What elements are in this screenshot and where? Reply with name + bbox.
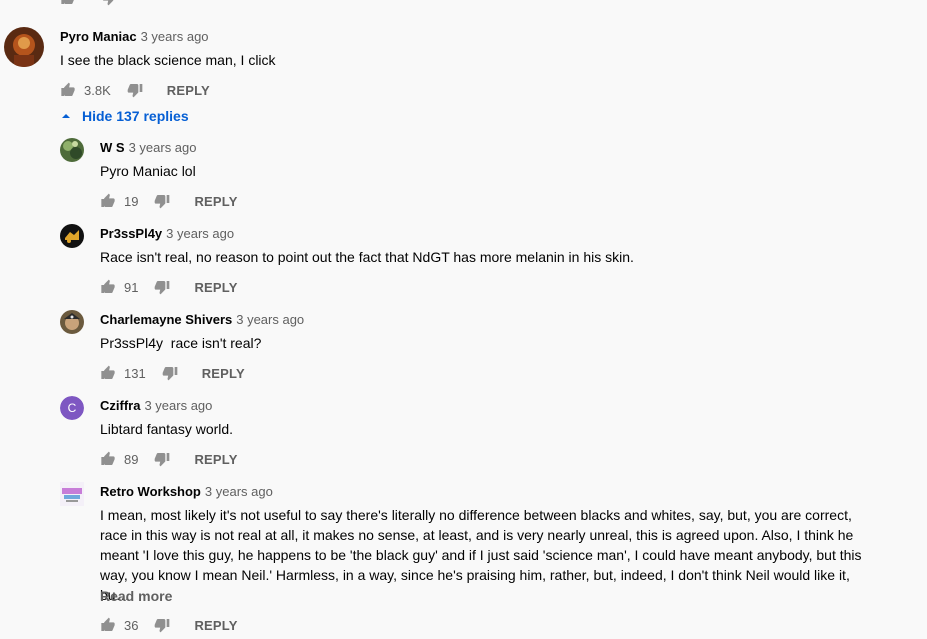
comment-header: Charlemayne Shivers 3 years ago	[100, 311, 304, 329]
avatar[interactable]	[60, 482, 84, 506]
thumb-down-icon[interactable]	[127, 82, 143, 98]
avatar-letter: C	[60, 396, 84, 420]
comment-text: I see the black science man, I click	[60, 52, 276, 68]
timestamp[interactable]: 3 years ago	[144, 398, 212, 413]
comment-actions: 91 REPLY	[100, 275, 238, 299]
timestamp[interactable]: 3 years ago	[205, 484, 273, 499]
comment-header: Pr3ssPl4y 3 years ago	[100, 225, 234, 243]
author-name[interactable]: Cziffra	[100, 398, 140, 413]
comment-text: I mean, most likely it's not useful to s…	[100, 507, 862, 603]
comment-actions: 89 REPLY	[100, 447, 238, 471]
like-count: 3.8K	[84, 82, 111, 98]
avatar[interactable]	[60, 224, 84, 248]
reply-button[interactable]: REPLY	[167, 83, 210, 98]
thumb-up-icon[interactable]	[100, 365, 116, 381]
avatar[interactable]	[4, 27, 44, 67]
reply-button[interactable]: REPLY	[194, 452, 237, 467]
thumb-up-icon[interactable]	[100, 617, 116, 633]
reply-button[interactable]: REPLY	[194, 280, 237, 295]
comment-actions: 19 REPLY	[100, 189, 238, 213]
thumb-down-icon[interactable]	[154, 617, 170, 633]
avatar[interactable]	[60, 310, 84, 334]
thumb-up-icon[interactable]	[100, 451, 116, 467]
like-count: 19	[124, 193, 139, 209]
thumb-down-icon[interactable]	[154, 451, 170, 467]
thumb-down-icon[interactable]	[154, 279, 170, 295]
like-count: 91	[124, 279, 139, 295]
timestamp[interactable]: 3 years ago	[236, 312, 304, 327]
thumb-up-icon[interactable]	[60, 82, 76, 98]
author-name[interactable]: W S	[100, 140, 125, 155]
like-count: 131	[124, 365, 146, 381]
comment-actions: 36 REPLY	[100, 613, 238, 637]
comment-header: Retro Workshop 3 years ago	[100, 483, 273, 501]
comment-text: Pr3ssPl4y race isn't real?	[100, 335, 262, 351]
like-count: 36	[124, 617, 139, 633]
comment-text: Pyro Maniac lol	[100, 163, 196, 179]
thumb-up-icon[interactable]	[100, 279, 116, 295]
comment-header: W S 3 years ago	[100, 139, 197, 157]
caret-up-icon	[62, 114, 70, 118]
thumb-up-icon[interactable]	[60, 0, 76, 6]
hide-replies-button[interactable]: Hide 137 replies	[60, 108, 189, 124]
timestamp[interactable]: 3 years ago	[166, 226, 234, 241]
avatar[interactable]	[60, 138, 84, 162]
thumb-down-icon[interactable]	[102, 0, 118, 6]
hide-replies-label: Hide 137 replies	[82, 108, 189, 124]
reply-button[interactable]: REPLY	[202, 366, 245, 381]
comment-header: Pyro Maniac 3 years ago	[60, 28, 209, 46]
timestamp[interactable]: 3 years ago	[141, 29, 209, 44]
author-name[interactable]: Retro Workshop	[100, 484, 201, 499]
like-count: 89	[124, 451, 139, 467]
reply-button[interactable]: REPLY	[194, 618, 237, 633]
comment-actions: 3.8K REPLY	[60, 78, 210, 102]
author-name[interactable]: Charlemayne Shivers	[100, 312, 232, 327]
read-more-button[interactable]: Read more	[100, 588, 172, 604]
reply-button[interactable]: REPLY	[194, 194, 237, 209]
avatar[interactable]: C	[60, 396, 84, 420]
comment-text: Race isn't real, no reason to point out …	[100, 249, 634, 265]
author-name[interactable]: Pr3ssPl4y	[100, 226, 162, 241]
thumb-down-icon[interactable]	[162, 365, 178, 381]
comment-header: Cziffra 3 years ago	[100, 397, 212, 415]
timestamp[interactable]: 3 years ago	[129, 140, 197, 155]
thumb-down-icon[interactable]	[154, 193, 170, 209]
comment-actions: 131 REPLY	[100, 361, 245, 385]
author-name[interactable]: Pyro Maniac	[60, 29, 137, 44]
thumb-up-icon[interactable]	[100, 193, 116, 209]
comment-text: Libtard fantasy world.	[100, 421, 234, 437]
previous-comment-actions	[60, 0, 118, 6]
